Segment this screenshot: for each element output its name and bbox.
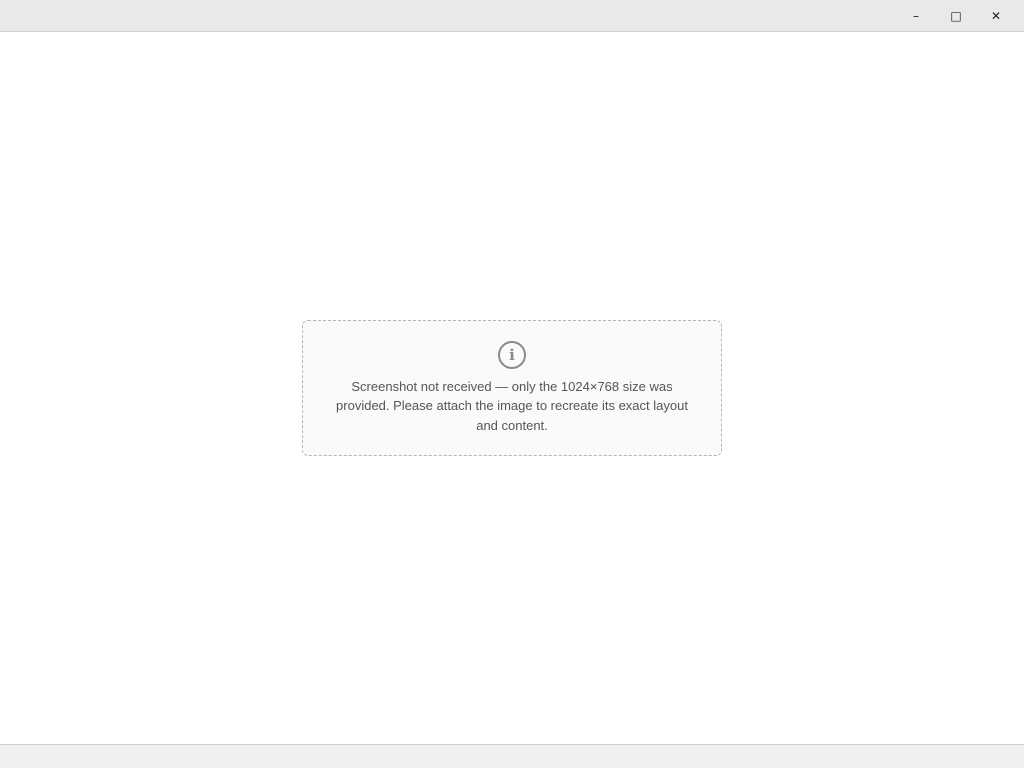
maximize-button[interactable]: □ [936,0,976,32]
close-button[interactable]: ✕ [976,0,1016,32]
app-window: – □ ✕ i Screenshot not received — only t… [0,0,1024,768]
notice-text: Screenshot not received — only the 1024×… [336,378,688,433]
close-icon: ✕ [990,8,1002,23]
missing-screenshot-notice: i Screenshot not received — only the 102… [302,319,722,457]
info-icon: i [498,340,526,369]
minimize-icon: – [913,8,919,23]
status-bar [0,744,1024,768]
title-bar[interactable]: – □ ✕ [0,0,1024,32]
minimize-button[interactable]: – [896,0,936,32]
window-controls: – □ ✕ [896,0,1016,32]
main-content: i Screenshot not received — only the 102… [0,32,1024,744]
maximize-icon: □ [950,8,962,23]
